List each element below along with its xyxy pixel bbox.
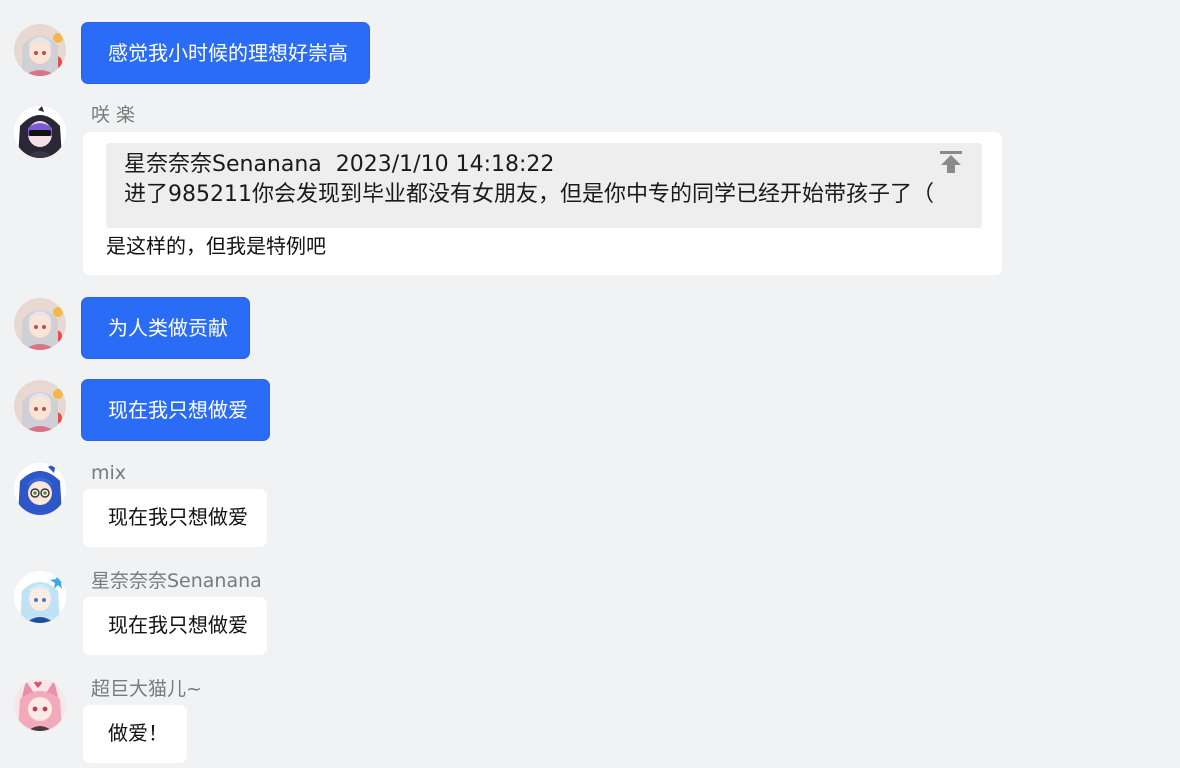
anime-pink-hair-cat-avatar-icon[interactable] [14, 679, 66, 731]
message-bubble[interactable]: 现在我只想做爱 [83, 489, 267, 547]
chat-message-list[interactable]: 感觉我小时候的理想好崇高 咲 楽 星奈奈奈Senanana 2023/1/10 1… [0, 0, 1180, 768]
anime-light-blue-hair-avatar-icon[interactable] [14, 571, 66, 623]
reply-text: 是这样的，但我是特例吧 [106, 234, 326, 258]
anime-blue-hair-glasses-avatar-icon[interactable] [14, 463, 66, 515]
quote-author: 星奈奈奈Senanana [124, 152, 322, 177]
reply-message-bubble[interactable]: 星奈奈奈Senanana 2023/1/10 14:18:22 进了985211你… [83, 132, 1002, 275]
anime-girl-silver-hair-avatar-icon[interactable] [14, 298, 66, 350]
sender-name: 超巨大猫儿~ [91, 678, 202, 700]
quote-header: 星奈奈奈Senanana 2023/1/10 14:18:22 [124, 151, 554, 179]
anime-dark-hood-sunglasses-avatar-icon[interactable] [14, 106, 66, 158]
quoted-message[interactable]: 星奈奈奈Senanana 2023/1/10 14:18:22 进了985211你… [106, 143, 982, 228]
sender-name: 星奈奈奈Senanana [91, 570, 262, 592]
message-bubble[interactable]: 做爱！ [83, 705, 187, 763]
anime-girl-silver-hair-avatar-icon[interactable] [14, 24, 66, 76]
sender-name: 咲 楽 [91, 104, 136, 126]
message-bubble[interactable]: 感觉我小时候的理想好崇高 [81, 22, 370, 84]
message-bubble[interactable]: 为人类做贡献 [81, 297, 250, 359]
message-bubble[interactable]: 现在我只想做爱 [81, 379, 270, 441]
message-bubble[interactable]: 现在我只想做爱 [83, 597, 267, 655]
sender-name: mix [91, 462, 127, 484]
quote-time: 2023/1/10 14:18:22 [335, 152, 555, 177]
jump-to-top-icon[interactable] [938, 149, 964, 175]
quote-text: 进了985211你会发现到毕业都没有女朋友，但是你中专的同学已经开始带孩子了（ [124, 182, 934, 207]
anime-girl-silver-hair-avatar-icon[interactable] [14, 380, 66, 432]
